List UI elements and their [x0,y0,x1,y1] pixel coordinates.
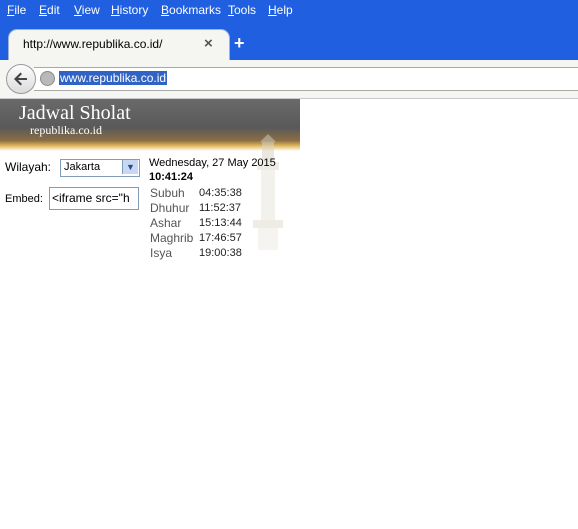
widget-subtitle: republika.co.id [30,123,102,137]
menu-history[interactable]: History [111,3,148,17]
dropdown-arrow-icon[interactable]: ▼ [122,160,138,174]
menu-help[interactable]: Help [268,3,293,17]
prayer-name-isya: Isya [150,246,173,260]
prayer-time-dhuhur: 11:52:37 [199,202,242,214]
prayer-time-subuh: 04:35:38 [199,187,242,199]
globe-icon [40,71,55,86]
menu-edit[interactable]: Edit [39,3,60,17]
prayer-time-ashar: 15:13:44 [199,217,242,229]
prayer-time-isya: 19:00:38 [199,247,242,259]
back-button[interactable] [6,64,36,94]
wilayah-label: Wilayah: [5,160,52,174]
wilayah-selected-value: Jakarta [64,161,101,173]
url-text[interactable]: www.republika.co.id [59,71,168,85]
tab-title: http://www.republika.co.id/ [23,37,163,51]
embed-input[interactable]: <iframe src="h [49,187,139,210]
prayer-name-subuh: Subuh [150,186,185,200]
minaret-image [253,134,283,250]
widget-title: Jadwal Sholat [19,102,131,124]
menu-view[interactable]: View [74,3,100,17]
current-time: 10:41:24 [149,171,194,183]
prayer-time-maghrib: 17:46:57 [199,232,242,244]
prayer-name-ashar: Ashar [150,216,182,230]
tab-close-icon[interactable]: × [204,35,213,52]
new-tab-icon[interactable]: + [234,33,245,54]
current-date: Wednesday, 27 May 2015 [149,157,276,169]
menu-bookmarks[interactable]: Bookmarks [161,3,221,17]
menu-file[interactable]: File [7,3,26,17]
prayer-name-maghrib: Maghrib [150,231,194,245]
prayer-name-dhuhur: Dhuhur [150,201,190,215]
embed-label: Embed: [5,193,43,205]
back-arrow-icon [14,72,27,86]
menu-tools[interactable]: Tools [228,3,256,17]
